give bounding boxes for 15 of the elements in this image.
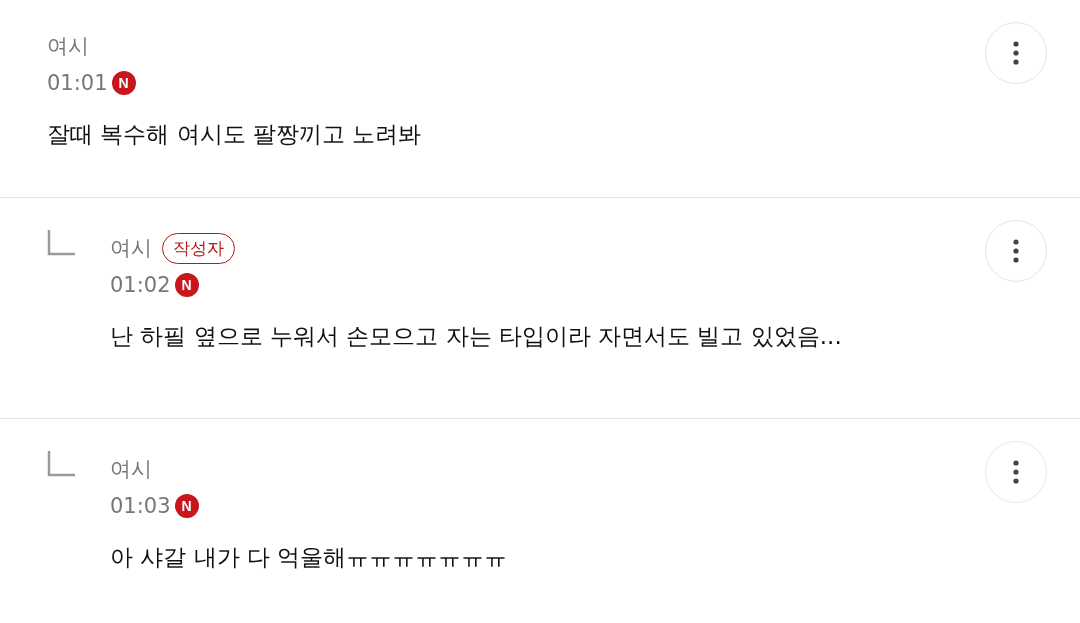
comment-time: 01:03 — [110, 494, 171, 518]
more-icon — [1013, 239, 1019, 263]
author-name: 여시 — [110, 456, 152, 483]
comment-text: 난 하필 옆으로 누워서 손모으고 자는 타입이라 자면서도 빌고 있었음... — [110, 322, 843, 351]
new-badge: N — [174, 273, 199, 297]
new-badge: N — [111, 71, 136, 95]
comment-time: 01:02 — [110, 273, 171, 297]
comment-text: 아 샤갈 내가 다 억울해ㅠㅠㅠㅠㅠㅠㅠ — [110, 543, 509, 572]
author-name: 여시 — [47, 33, 89, 60]
author-name: 여시 — [110, 235, 152, 262]
comment-time: 01:01 — [47, 71, 108, 95]
new-badge: N — [174, 494, 199, 518]
more-icon — [1013, 41, 1019, 65]
more-icon — [1013, 460, 1019, 484]
comment-text: 잘때 복수해 여시도 팔짱끼고 노려봐 — [47, 120, 423, 149]
